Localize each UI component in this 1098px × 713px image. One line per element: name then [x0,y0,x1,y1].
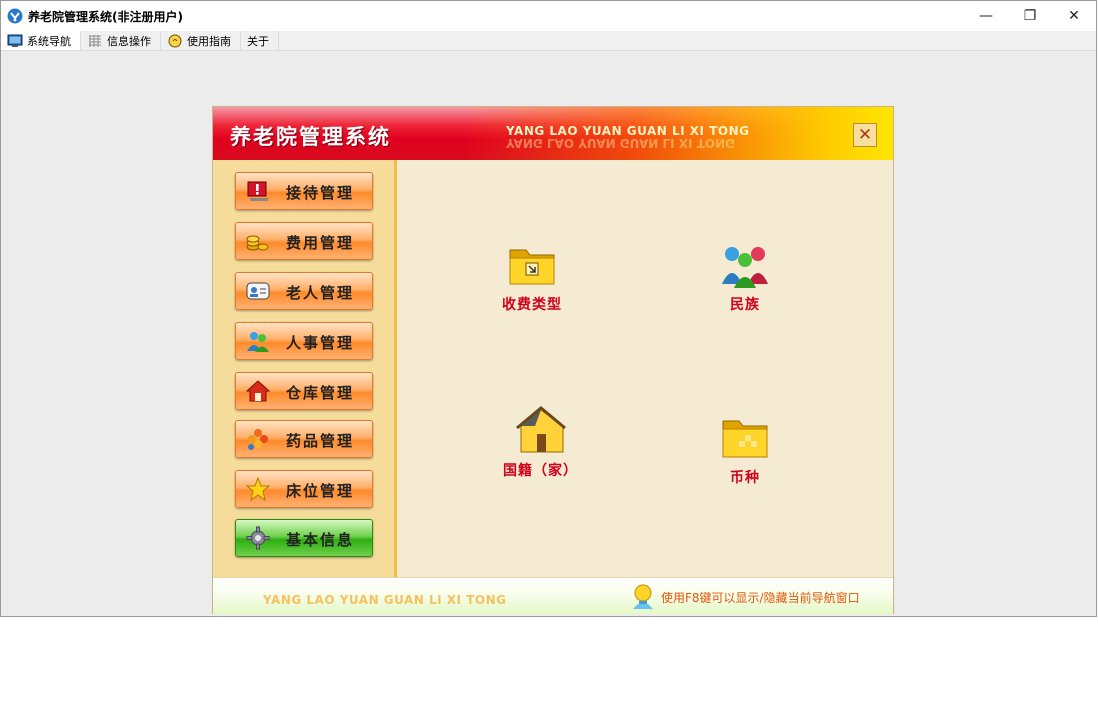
ethnicity-label: 民族 [730,297,760,313]
dialog-title: 养老院管理系统 [230,124,391,149]
sidebar-item-basic-info[interactable]: 基本信息 [235,519,373,557]
sidebar-item-label: 费用管理 [286,234,355,252]
footer-subtitle: YANG LAO YUAN GUAN LI XI TONG [263,593,507,607]
menu-item-label: 系统导航 [27,34,71,48]
menu-item-label: 信息操作 [107,34,151,48]
sidebar-item-elderly[interactable]: 老人管理 [235,272,373,310]
charge-type-label: 收费类型 [502,297,562,313]
sidebar-item-label: 床位管理 [286,482,355,500]
menu-item-info-operations[interactable]: 信息操作 [81,31,161,50]
sidebar-item-label: 老人管理 [286,284,355,302]
lightbulb-icon [633,584,653,609]
coins-icon [246,235,269,251]
sidebar-item-label: 药品管理 [286,432,355,450]
navigation-dialog: 养老院管理系统 YANG LAO YUAN GUAN LI XI TONG YA… [213,107,893,614]
dialog-subtitle-reflection: YANG LAO YUAN GUAN LI XI TONG [506,136,735,150]
sidebar-item-medicine[interactable]: 药品管理 [235,420,373,458]
sidebar: 接待管理 费用管理 老人管理 人事管理 仓库管理 药品管理 床位管理 基本信息 [213,160,397,577]
sidebar-item-personnel[interactable]: 人事管理 [235,322,373,360]
monitor-icon [7,34,23,47]
alert-monitor-icon [247,181,268,201]
sidebar-item-label: 人事管理 [286,334,355,352]
footer-tip: 使用F8键可以显示/隐藏当前导航窗口 [631,583,860,611]
people-icon [247,332,269,352]
sidebar-item-label: 基本信息 [286,531,355,549]
sidebar-item-reception[interactable]: 接待管理 [235,172,373,210]
menu-item-navigation[interactable]: 系统导航 [1,31,81,50]
menu-item-guide[interactable]: 使用指南 [161,31,241,50]
nationality-item[interactable]: 国籍（家） [503,406,578,480]
folder-icon [722,420,768,458]
menu-item-label: 关于 [247,34,269,48]
charge-type-item[interactable]: 收费类型 [502,240,562,314]
content-panel: 收费类型 民族 国籍（家） 币种 [397,160,893,577]
id-card-icon [246,282,270,300]
folder-arrow-icon [509,249,555,285]
sidebar-item-fees[interactable]: 费用管理 [235,222,373,260]
nationality-label: 国籍（家） [503,463,578,479]
gear-icon [246,526,270,550]
currency-label: 币种 [730,470,760,486]
sidebar-item-label: 接待管理 [286,184,355,202]
window-title: 养老院管理系统(非注册用户) [28,9,183,24]
footer-tip-text: 使用F8键可以显示/隐藏当前导航窗口 [661,590,860,605]
house-icon [515,406,566,453]
minimize-button[interactable]: — [964,1,1008,31]
menu-bar: 系统导航 信息操作 使用指南 关于 [1,31,1096,51]
lightbulb-icon [168,34,182,47]
close-button[interactable]: ✕ [1052,1,1096,31]
dialog-header: 养老院管理系统 YANG LAO YUAN GUAN LI XI TONG YA… [213,107,893,160]
star-icon [246,477,270,501]
herb-icon [248,429,268,450]
title-bar: 养老院管理系统(非注册用户) — ❐ ✕ [1,1,1096,31]
menu-item-about[interactable]: 关于 [241,31,279,50]
ethnicity-item[interactable]: 民族 [719,240,771,314]
dialog-close-button[interactable]: ✕ [853,123,877,147]
grid-icon [89,34,101,47]
app-logo-icon [7,8,23,24]
menu-item-label: 使用指南 [187,34,231,48]
maximize-button[interactable]: ❐ [1008,1,1052,31]
dialog-footer: YANG LAO YUAN GUAN LI XI TONG 使用F8键可以显示/… [213,577,893,614]
house-icon [246,380,270,402]
sidebar-item-warehouse[interactable]: 仓库管理 [235,372,373,410]
sidebar-item-beds[interactable]: 床位管理 [235,470,373,508]
currency-item[interactable]: 币种 [719,413,771,487]
users-group-icon [722,247,768,288]
sidebar-item-label: 仓库管理 [286,384,355,402]
